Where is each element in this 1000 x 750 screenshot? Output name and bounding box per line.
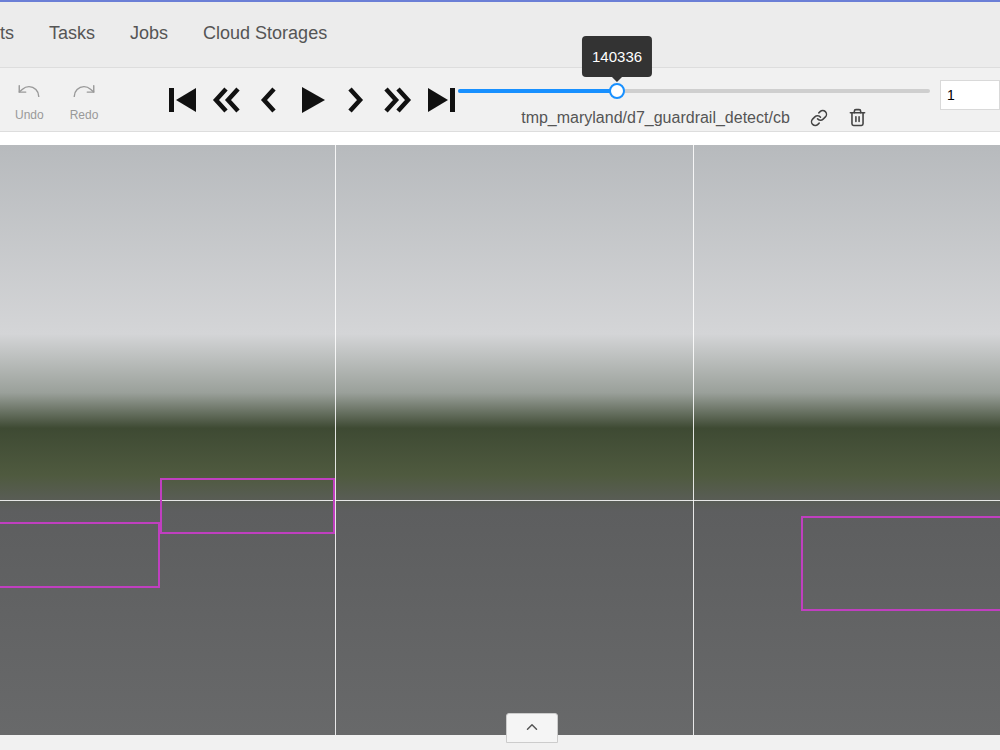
bounding-box[interactable] <box>160 478 335 534</box>
nav-item[interactable]: Cloud Storages <box>203 23 327 44</box>
frame-slider-panel: 140336 tmp_maryland/d7_guardrail_detect/c… <box>458 68 930 131</box>
player-controls <box>166 68 458 131</box>
grid-line <box>335 145 336 735</box>
play-icon <box>295 83 329 117</box>
nav-item[interactable]: ts <box>0 23 14 44</box>
annotation-page: tsTasksJobsCloud StoragesUndoRedo140336t… <box>0 0 1000 750</box>
grid-line <box>0 500 1000 501</box>
next-icon <box>338 83 372 117</box>
first-icon <box>166 83 200 117</box>
copy-link-button[interactable] <box>810 109 828 127</box>
fast-forward-icon <box>381 83 415 117</box>
undo-icon <box>16 78 42 104</box>
video-frame[interactable] <box>0 145 1000 735</box>
frame-tooltip: 140336 <box>582 36 652 77</box>
file-name: tmp_maryland/d7_guardrail_detect/cb <box>521 109 790 127</box>
prev-button[interactable] <box>252 83 286 117</box>
bounding-box[interactable] <box>0 522 160 588</box>
frame-number-input[interactable] <box>940 80 1000 110</box>
top-nav: ts Tasks Jobs Cloud Storages <box>0 0 1000 67</box>
bounding-box[interactable] <box>801 516 1000 611</box>
grid-line <box>693 145 694 735</box>
expand-panel-button[interactable] <box>506 713 558 743</box>
fast-back-icon <box>209 83 243 117</box>
first-button[interactable] <box>166 83 200 117</box>
last-button[interactable] <box>424 83 458 117</box>
bottom-strip <box>0 735 1000 750</box>
file-row: tmp_maryland/d7_guardrail_detect/cb <box>458 108 930 127</box>
fast-back-button[interactable] <box>209 83 243 117</box>
nav-item[interactable]: Tasks <box>49 23 95 44</box>
redo-icon <box>71 78 97 104</box>
frame-slider[interactable]: 140336 <box>458 89 930 93</box>
fast-forward-button[interactable] <box>381 83 415 117</box>
delete-frame-button[interactable] <box>848 108 867 127</box>
prev-icon <box>252 83 286 117</box>
play-button[interactable] <box>295 83 329 117</box>
undo-button[interactable]: Undo <box>15 78 44 122</box>
slider-fill <box>458 89 617 93</box>
slider-handle[interactable]: 140336 <box>609 83 625 99</box>
canvas-gap <box>0 132 1000 145</box>
link-icon <box>810 109 828 127</box>
chevron-up-icon <box>523 718 541 736</box>
trash-icon <box>848 108 867 127</box>
last-icon <box>424 83 458 117</box>
redo-button[interactable]: Redo <box>70 78 99 122</box>
player-toolbar: Undo Redo 140336 tmp_maryland/d7_guardrail_… <box>0 67 1000 132</box>
nav-item[interactable]: Jobs <box>130 23 168 44</box>
next-button[interactable] <box>338 83 372 117</box>
history-group: Undo Redo <box>0 68 153 131</box>
